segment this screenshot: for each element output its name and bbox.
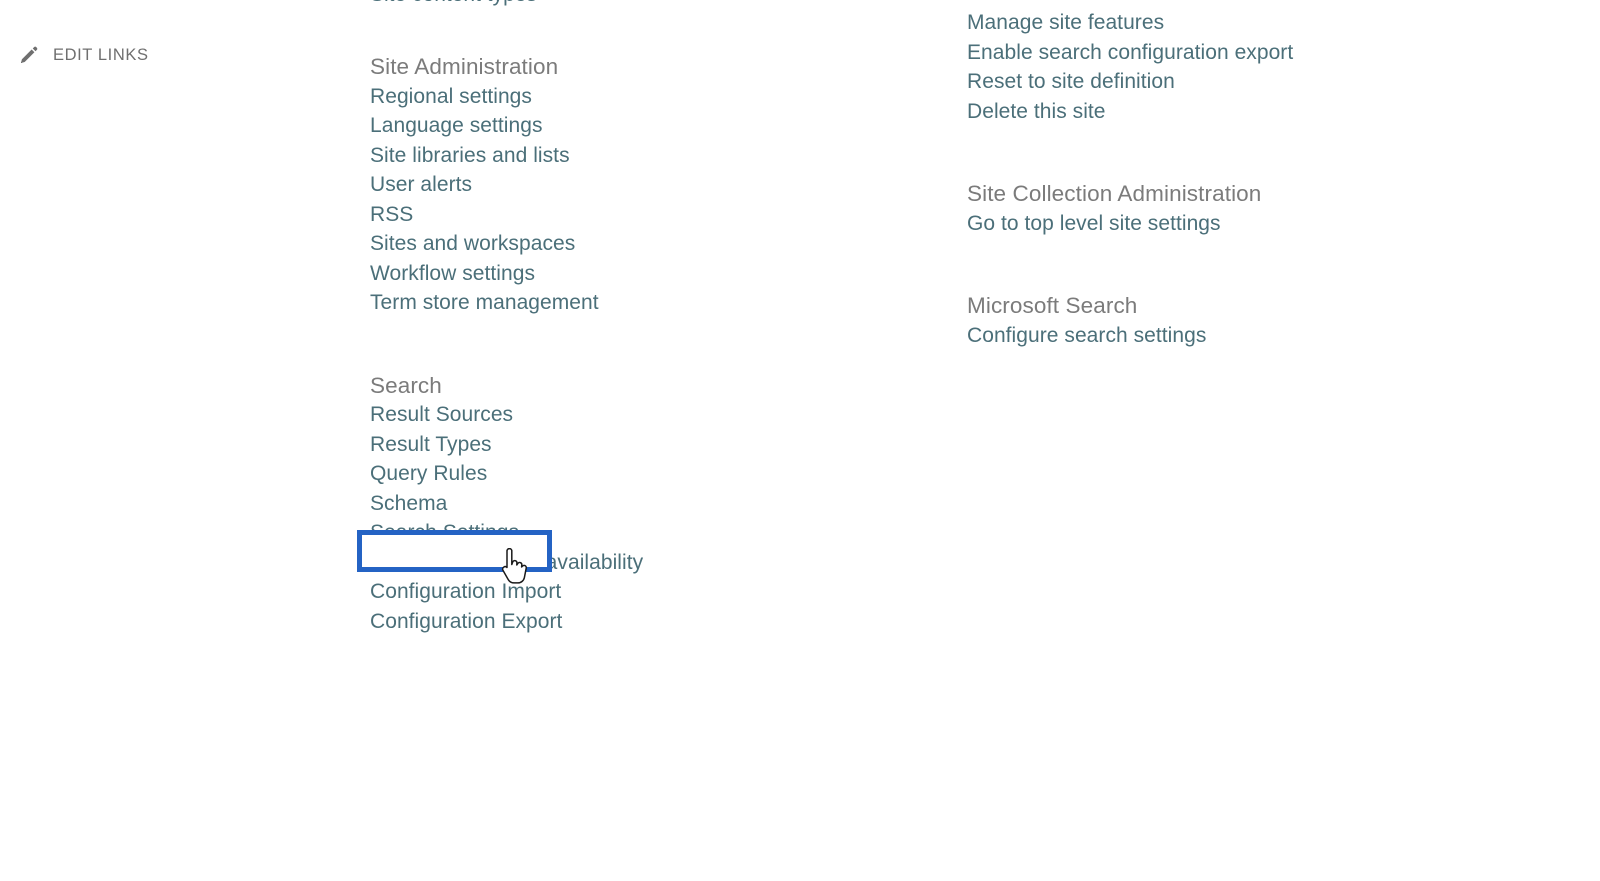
group-spacer-right-1 (967, 126, 1567, 179)
group-site-actions: Manage site features Enable search confi… (967, 8, 1567, 126)
link-language-settings[interactable]: Language settings (370, 111, 543, 141)
settings-column-middle: Site Administration Regional settings La… (370, 0, 930, 636)
column-top-spacer (370, 0, 930, 52)
link-term-store-management[interactable]: Term store management (370, 288, 599, 318)
group-heading-microsoft-search: Microsoft Search (967, 293, 1138, 318)
pencil-icon (18, 44, 40, 66)
link-rss[interactable]: RSS (370, 200, 413, 230)
link-sites-and-workspaces[interactable]: Sites and workspaces (370, 229, 575, 259)
link-site-libraries-and-lists[interactable]: Site libraries and lists (370, 141, 570, 171)
link-search-and-offline-availability[interactable]: Search and offline availability (370, 548, 643, 578)
link-delete-this-site[interactable]: Delete this site (967, 97, 1106, 127)
link-query-rules[interactable]: Query Rules (370, 459, 487, 489)
group-site-administration: Site Administration Regional settings La… (370, 52, 930, 318)
group-heading-search: Search (370, 372, 442, 398)
link-result-types[interactable]: Result Types (370, 430, 492, 460)
edit-links-button[interactable]: EDIT LINKS (18, 44, 149, 66)
link-manage-site-features[interactable]: Manage site features (967, 8, 1164, 38)
group-heading-site-collection-administration: Site Collection Administration (967, 181, 1262, 206)
link-result-sources[interactable]: Result Sources (370, 400, 513, 430)
link-configuration-import[interactable]: Configuration Import (370, 577, 561, 607)
group-spacer-right-2 (967, 238, 1567, 291)
group-heading-site-administration: Site Administration (370, 54, 559, 79)
link-configure-search-settings[interactable]: Configure search settings (967, 321, 1206, 351)
group-microsoft-search: Microsoft Search Configure search settin… (967, 291, 1567, 350)
link-go-to-top-level-site-settings[interactable]: Go to top level site settings (967, 209, 1221, 239)
link-regional-settings[interactable]: Regional settings (370, 82, 532, 112)
link-reset-to-site-definition[interactable]: Reset to site definition (967, 67, 1175, 97)
edit-links-label: EDIT LINKS (53, 45, 149, 64)
link-schema[interactable]: Schema (370, 489, 447, 519)
group-search: Search Result Sources Result Types Query… (370, 371, 930, 637)
link-enable-search-configuration-export[interactable]: Enable search configuration export (967, 38, 1293, 68)
group-site-collection-administration: Site Collection Administration Go to top… (967, 179, 1567, 238)
column-top-spacer-right (967, 0, 1567, 8)
link-search-settings[interactable]: Search Settings (370, 518, 519, 548)
link-workflow-settings[interactable]: Workflow settings (370, 259, 535, 289)
settings-column-right: Manage site features Enable search confi… (967, 0, 1567, 350)
link-configuration-export[interactable]: Configuration Export (370, 607, 562, 637)
link-user-alerts[interactable]: User alerts (370, 170, 472, 200)
